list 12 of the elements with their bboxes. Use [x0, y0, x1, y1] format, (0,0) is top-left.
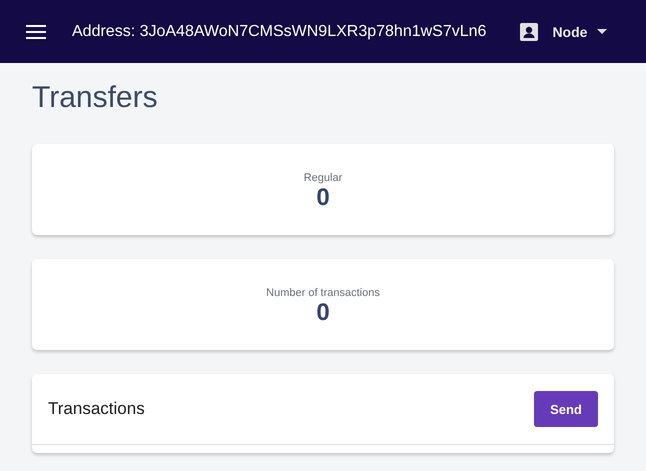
caret-icon: [597, 29, 608, 34]
card-title: Transactions: [48, 399, 145, 419]
menu-icon[interactable]: [26, 24, 46, 38]
stat-value: 0: [316, 184, 330, 212]
stat-value: 0: [316, 298, 330, 326]
stat-label: Regular: [304, 172, 342, 184]
account-icon: [520, 22, 538, 40]
node-menu[interactable]: Node: [520, 22, 608, 40]
send-button[interactable]: Send: [534, 391, 598, 427]
stat-label: Number of transactions: [266, 286, 380, 298]
address-text: Address: 3JoA48AWoN7CMSsWN9LXR3p78hn1wS7vLn6: [72, 22, 486, 40]
page-title: Transfers: [32, 80, 159, 116]
